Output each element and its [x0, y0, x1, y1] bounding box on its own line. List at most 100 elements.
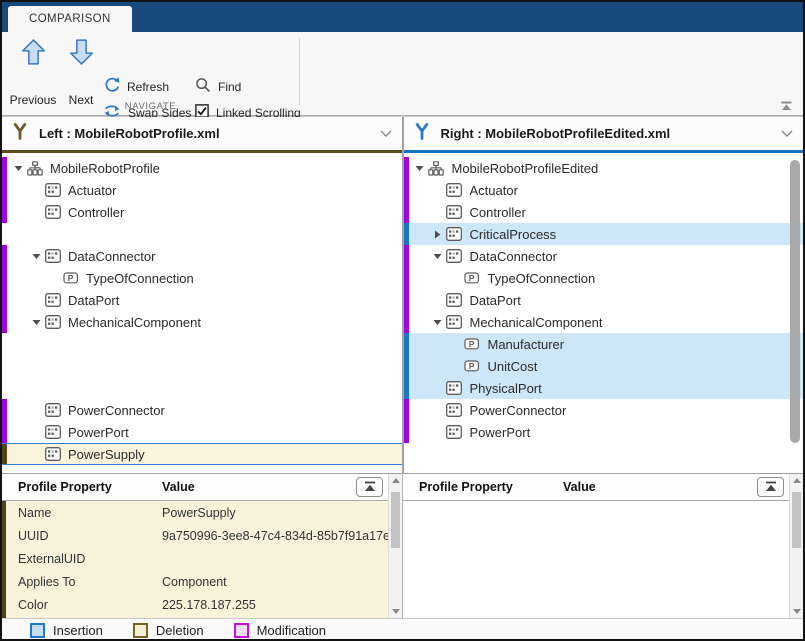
- stereotype-icon: [446, 381, 463, 395]
- modification-marker: [404, 311, 409, 333]
- stereotype-icon: [44, 403, 61, 417]
- modification-marker: [2, 201, 7, 223]
- property-tables: Profile Property Value NamePowerSupplyUU…: [2, 473, 803, 618]
- find-button[interactable]: Find: [195, 76, 241, 98]
- node-label: PowerConnector: [470, 403, 567, 418]
- left-table-scrollbar[interactable]: [388, 474, 402, 618]
- modification-marker: [404, 201, 409, 223]
- node-label: DataPort: [470, 293, 521, 308]
- table-row[interactable]: UUID9a750996-3ee8-47c4-834d-85b7f91a17e0: [2, 524, 388, 547]
- expander-icon[interactable]: [28, 253, 44, 260]
- previous-button[interactable]: Previous: [7, 39, 59, 109]
- stereotype-icon: [446, 403, 463, 417]
- node-label: Controller: [470, 205, 526, 220]
- tree-row[interactable]: Controller: [404, 201, 804, 223]
- scrollbar-thumb[interactable]: [792, 492, 801, 548]
- tree-row[interactable]: PowerPort: [404, 421, 804, 443]
- tree-row[interactable]: DataConnector: [2, 245, 402, 267]
- refresh-label: Refresh: [127, 80, 169, 94]
- scroll-up-icon[interactable]: [389, 478, 402, 483]
- node-label: Actuator: [68, 183, 116, 198]
- next-button[interactable]: Next: [62, 39, 100, 109]
- legend-modification: Modification: [234, 623, 326, 638]
- tree-row[interactable]: MechanicalComponent: [404, 311, 804, 333]
- right-tree-scrollbar[interactable]: [790, 160, 800, 443]
- tree-row[interactable]: DataPort: [404, 289, 804, 311]
- node-label: PhysicalPort: [470, 381, 542, 396]
- modification-marker: [404, 289, 409, 311]
- chevron-down-icon[interactable]: [380, 125, 392, 143]
- branch-icon-left: [12, 122, 28, 146]
- tab-comparison[interactable]: COMPARISON: [8, 6, 132, 32]
- table-row[interactable]: Color225.178.187.255: [2, 593, 388, 616]
- node-label: DataConnector: [68, 249, 155, 264]
- collapse-ribbon-button[interactable]: [778, 100, 794, 112]
- tree-row[interactable]: PhysicalPort: [404, 377, 804, 399]
- expander-icon[interactable]: [412, 165, 428, 172]
- insertion-marker: [404, 355, 409, 377]
- node-label: UnitCost: [488, 359, 538, 374]
- up-arrow-icon: [21, 39, 46, 70]
- tree-row[interactable]: PTypeOfConnection: [2, 267, 402, 289]
- column-header-value: Value: [162, 480, 388, 494]
- chevron-down-icon[interactable]: [781, 125, 793, 143]
- scroll-down-icon[interactable]: [790, 609, 803, 614]
- tree-row[interactable]: MobileRobotProfile: [2, 157, 402, 179]
- node-label: MobileRobotProfile: [50, 161, 160, 176]
- tree-row[interactable]: PUnitCost: [404, 355, 804, 377]
- expander-icon[interactable]: [430, 319, 446, 326]
- tree-row[interactable]: PManufacturer: [404, 333, 804, 355]
- property-value-cell: Component: [162, 575, 388, 589]
- scroll-up-icon[interactable]: [790, 478, 803, 483]
- property-name-cell: Name: [2, 506, 162, 520]
- tree-row[interactable]: MobileRobotProfileEdited: [404, 157, 804, 179]
- expander-icon[interactable]: [28, 319, 44, 326]
- insertion-marker: [404, 377, 409, 399]
- stereotype-icon: [446, 205, 463, 219]
- collapse-table-button[interactable]: [356, 477, 383, 497]
- tree-row[interactable]: Actuator: [404, 179, 804, 201]
- collapse-table-button[interactable]: [757, 477, 784, 497]
- svg-text:P: P: [469, 339, 475, 349]
- tree-row[interactable]: PowerConnector: [404, 399, 804, 421]
- tree-row[interactable]: DataPort: [2, 289, 402, 311]
- node-label: DataConnector: [470, 249, 557, 264]
- expander-icon[interactable]: [430, 230, 446, 239]
- stereotype-icon: [44, 183, 61, 197]
- tree-row[interactable]: MechanicalComponent: [2, 311, 402, 333]
- tree-row[interactable]: PowerSupply: [2, 443, 402, 465]
- node-label: PowerSupply: [68, 447, 145, 462]
- modification-marker: [2, 245, 7, 267]
- tree-row[interactable]: PTypeOfConnection: [404, 267, 804, 289]
- left-file-selector[interactable]: Left : MobileRobotProfile.xml: [2, 117, 404, 153]
- modification-marker: [2, 267, 7, 289]
- tree-row[interactable]: CriticalProcess: [404, 223, 804, 245]
- table-row[interactable]: ExternalUID: [2, 547, 388, 570]
- tree-row[interactable]: PowerPort: [2, 421, 402, 443]
- stereotype-icon: [446, 315, 463, 329]
- modification-marker: [404, 179, 409, 201]
- tree-row[interactable]: PowerConnector: [2, 399, 402, 421]
- column-header-value: Value: [563, 480, 789, 494]
- node-label: MobileRobotProfileEdited: [452, 161, 599, 176]
- insertion-marker: [404, 333, 409, 355]
- right-table-scrollbar[interactable]: [789, 474, 803, 618]
- tree-row[interactable]: DataConnector: [404, 245, 804, 267]
- tree-row[interactable]: Actuator: [2, 179, 402, 201]
- deletion-swatch-icon: [133, 623, 148, 638]
- left-property-table: Profile Property Value NamePowerSupplyUU…: [2, 474, 403, 618]
- scrollbar-thumb[interactable]: [391, 492, 400, 548]
- modification-marker: [2, 179, 7, 201]
- refresh-button[interactable]: Refresh: [103, 76, 169, 98]
- expander-icon[interactable]: [10, 165, 26, 172]
- stereotype-icon: [44, 205, 61, 219]
- table-row[interactable]: NamePowerSupply: [2, 501, 388, 524]
- scroll-down-icon[interactable]: [389, 609, 402, 614]
- node-label: Controller: [68, 205, 124, 220]
- right-file-selector[interactable]: Right : MobileRobotProfileEdited.xml: [404, 117, 804, 153]
- find-label: Find: [218, 80, 241, 94]
- expander-icon[interactable]: [430, 253, 446, 260]
- table-row[interactable]: Applies ToComponent: [2, 570, 388, 593]
- property-name-cell: UUID: [2, 529, 162, 543]
- tree-row[interactable]: Controller: [2, 201, 402, 223]
